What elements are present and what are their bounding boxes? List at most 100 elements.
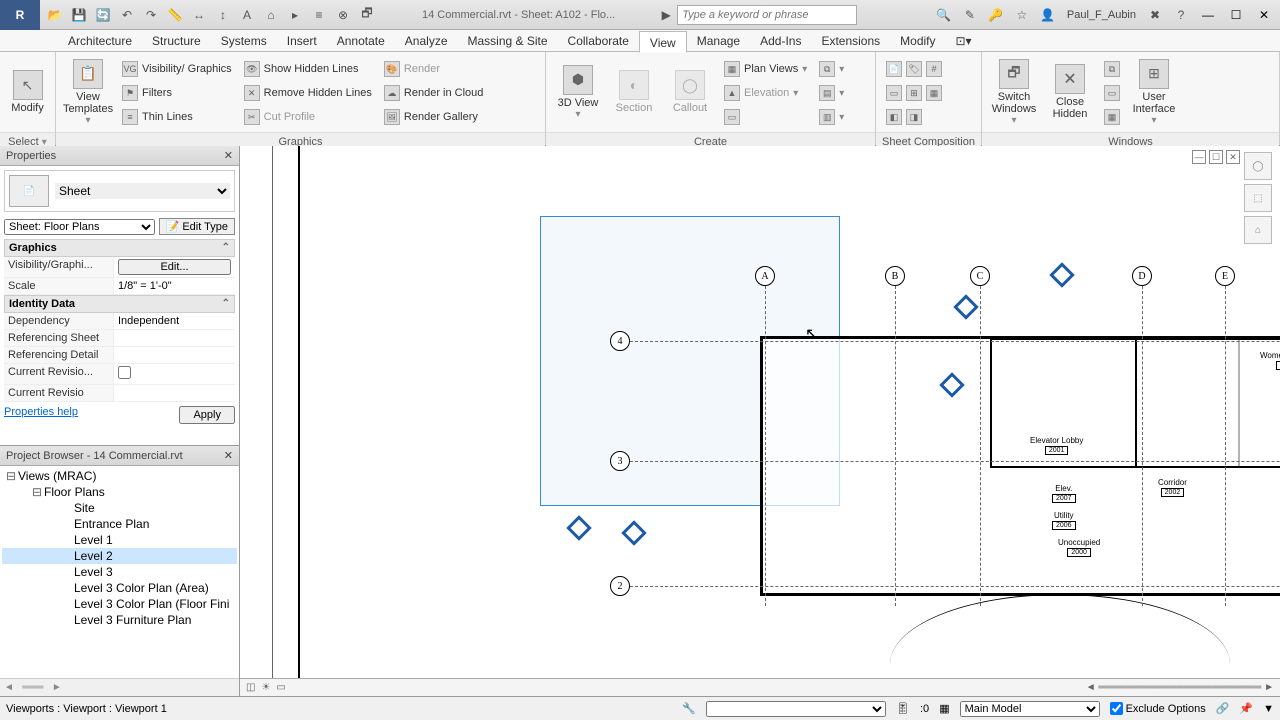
user-interface-button[interactable]: ⊞User Interface▾ <box>1128 56 1180 128</box>
grid-bubble[interactable]: A <box>755 266 775 286</box>
render-cloud-button[interactable]: ☁Render in Cloud <box>380 82 488 104</box>
modify-button[interactable]: ↖Modify <box>6 56 49 128</box>
room-label[interactable]: Unoccupied2000 <box>1058 538 1100 557</box>
tab-insert[interactable]: Insert <box>277 30 327 52</box>
app-icon[interactable]: R <box>0 0 40 30</box>
room-label[interactable]: Corridor2002 <box>1158 478 1187 497</box>
grid-bubble[interactable]: E <box>1215 266 1235 286</box>
render-gallery-button[interactable]: 🖼Render Gallery <box>380 106 488 128</box>
apply-button[interactable]: Apply <box>179 406 235 424</box>
view-min-icon[interactable]: — <box>1192 150 1206 164</box>
search-input[interactable] <box>677 5 857 25</box>
binoculars-icon[interactable]: 🔍 <box>933 4 955 26</box>
room-label[interactable]: Elev.2007 <box>1052 484 1076 503</box>
dup-icon[interactable]: ⧉▾ <box>815 58 848 80</box>
qat-dim-icon[interactable]: ↕ <box>212 4 234 26</box>
tab-addins[interactable]: Add-Ins <box>750 30 811 52</box>
properties-close-icon[interactable]: ✕ <box>224 149 233 162</box>
tab-structure[interactable]: Structure <box>142 30 211 52</box>
section-mark[interactable] <box>566 515 591 540</box>
qat-redo-icon[interactable]: ↷ <box>140 4 162 26</box>
qat-open-icon[interactable]: 📂 <box>44 4 66 26</box>
user-icon[interactable]: 👤 <box>1037 4 1059 26</box>
ribbon-extra-icon[interactable]: ⊡▾ <box>946 30 982 52</box>
view-close-icon[interactable]: ✕ <box>1226 150 1240 164</box>
match-icon[interactable]: ◧◨ <box>882 106 946 128</box>
qat-undo-icon[interactable]: ↶ <box>116 4 138 26</box>
tab-analyze[interactable]: Analyze <box>395 30 458 52</box>
remove-hidden-button[interactable]: ✕Remove Hidden Lines <box>240 82 376 104</box>
qat-section-icon[interactable]: ▸ <box>284 4 306 26</box>
tab-extensions[interactable]: Extensions <box>811 30 890 52</box>
tree-node[interactable]: Entrance Plan <box>2 516 237 532</box>
guide-icon[interactable]: ▭⊞▦ <box>882 82 946 104</box>
qat-switch-icon[interactable]: 🗗 <box>356 4 378 26</box>
tree-node[interactable]: Level 2 <box>2 548 237 564</box>
tree-node[interactable]: Level 3 Color Plan (Floor Fini <box>2 596 237 612</box>
workset-select[interactable] <box>706 701 886 717</box>
edit-visibility-button[interactable]: Edit... <box>118 259 231 275</box>
nav-wheel-icon[interactable]: ◯ <box>1244 152 1272 180</box>
view-control-bar[interactable]: ◫ ☀ ▭ ◄ ═══════════════════════ ► <box>240 678 1280 696</box>
view-templates-button[interactable]: 📋View Templates▾ <box>62 56 114 128</box>
category-graphics[interactable]: Graphics⌃ <box>4 239 235 257</box>
3d-view-button[interactable]: ⬢3D View▾ <box>552 56 604 128</box>
user-name[interactable]: Paul_F_Aubin <box>1063 9 1140 21</box>
minimize-button[interactable]: — <box>1196 5 1220 25</box>
legend-icon[interactable]: ▤▾ <box>815 82 848 104</box>
type-selector[interactable]: Sheet <box>55 183 230 199</box>
scale-icon[interactable]: ◫ <box>246 682 255 693</box>
key-icon[interactable]: 🔑 <box>985 4 1007 26</box>
grid-bubble[interactable]: C <box>970 266 990 286</box>
tree-node[interactable]: Level 1 <box>2 532 237 548</box>
tab-view[interactable]: View <box>639 31 687 53</box>
plan-views-button[interactable]: ▦Plan Views ▾ <box>720 58 811 80</box>
tile-icon[interactable]: ▦ <box>1100 106 1124 128</box>
properties-help-link[interactable]: Properties help <box>4 406 78 424</box>
qat-text-icon[interactable]: A <box>236 4 258 26</box>
comm-icon[interactable]: ✎ <box>959 4 981 26</box>
qat-3d-icon[interactable]: ⌂ <box>260 4 282 26</box>
tab-modify[interactable]: Modify <box>890 30 945 52</box>
view-max-icon[interactable]: ☐ <box>1209 150 1223 164</box>
edit-type-button[interactable]: 📝 Edit Type <box>159 218 235 235</box>
saveas-icon[interactable]: ✖ <box>1144 4 1166 26</box>
visual-icon[interactable]: ▭ <box>276 682 285 693</box>
grid-bubble[interactable]: D <box>1132 266 1152 286</box>
show-hidden-button[interactable]: 👁Show Hidden Lines <box>240 58 376 80</box>
filter-icon[interactable]: ▼ <box>1263 703 1274 715</box>
section-mark[interactable] <box>1049 262 1074 287</box>
tree-node[interactable]: Site <box>2 500 237 516</box>
exclude-options-checkbox[interactable]: Exclude Options <box>1110 702 1206 715</box>
design-options-icon[interactable]: ▦ <box>939 702 949 715</box>
tree-node[interactable]: Level 3 Furniture Plan <box>2 612 237 628</box>
grid-bubble[interactable]: 3 <box>610 451 630 471</box>
sched-icon[interactable]: ▥▾ <box>815 106 848 128</box>
editable-icon[interactable]: 🎚 <box>896 702 910 715</box>
section-mark[interactable] <box>621 520 646 545</box>
sheet-icon[interactable]: 📄🏷# <box>882 58 946 80</box>
room-label[interactable]: Women's Room2004 <box>1260 351 1280 370</box>
qat-save-icon[interactable]: 💾 <box>68 4 90 26</box>
browser-close-icon[interactable]: ✕ <box>224 449 233 462</box>
room-label[interactable]: Elevator Lobby2001 <box>1030 436 1083 455</box>
qat-align-icon[interactable]: ↔ <box>188 4 210 26</box>
drawing-canvas[interactable]: — ☐ ✕ ◯ ⬚ ⌂ ABCDEF234Women's Roo <box>240 146 1280 696</box>
tab-collaborate[interactable]: Collaborate <box>558 30 639 52</box>
qat-close-icon[interactable]: ⊗ <box>332 4 354 26</box>
qat-sync-icon[interactable]: 🔄 <box>92 4 114 26</box>
tab-manage[interactable]: Manage <box>687 30 750 52</box>
detail-icon[interactable]: ☀ <box>261 682 270 693</box>
tree-node[interactable]: Level 3 <box>2 564 237 580</box>
filters-button[interactable]: ⚑Filters <box>118 82 236 104</box>
grid-bubble[interactable]: 2 <box>610 576 630 596</box>
cascade-icon[interactable]: ▭ <box>1100 82 1124 104</box>
section-mark[interactable] <box>953 294 978 319</box>
tab-architecture[interactable]: Architecture <box>58 30 142 52</box>
thin-lines-button[interactable]: ≡Thin Lines <box>118 106 236 128</box>
help-icon[interactable]: ? <box>1170 4 1192 26</box>
prop-scale-value[interactable]: 1/8" = 1'-0" <box>114 278 235 294</box>
model-select[interactable]: Main Model <box>960 701 1100 717</box>
visibility-graphics-button[interactable]: VGVisibility/ Graphics <box>118 58 236 80</box>
replicate-icon[interactable]: ⧉ <box>1100 58 1124 80</box>
